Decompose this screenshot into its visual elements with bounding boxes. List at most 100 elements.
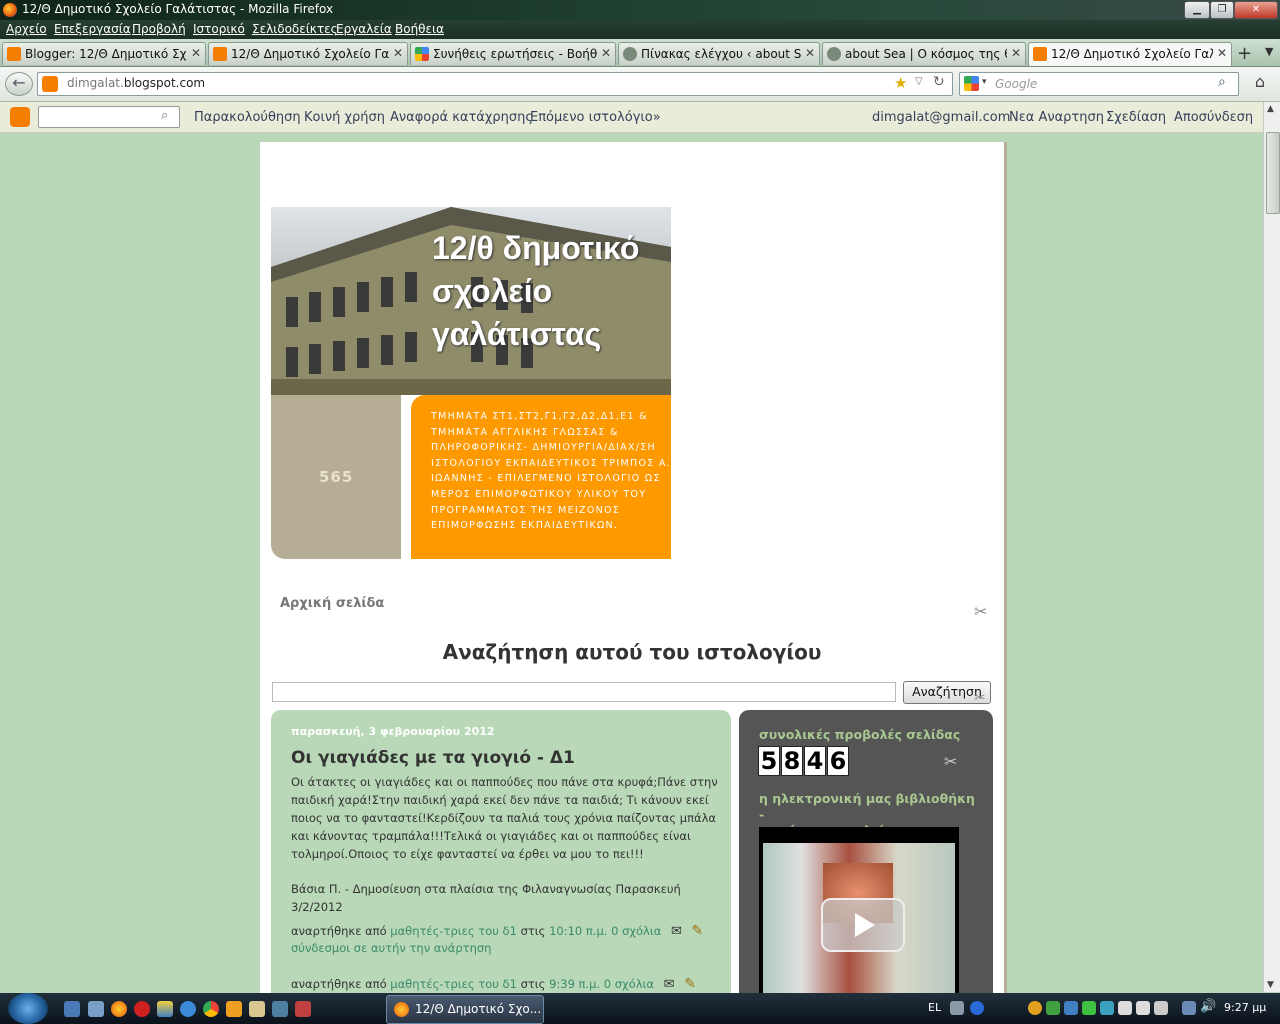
internet-explorer-icon[interactable] [180, 1001, 196, 1017]
author-link[interactable]: μαθητές-τριες του δ1 [390, 977, 517, 991]
tray-icon[interactable] [1118, 1001, 1132, 1015]
menu-file[interactable]: Αρχείο [6, 22, 47, 36]
volume-icon[interactable]: 🔊 [1200, 999, 1216, 1014]
tray-icon[interactable] [1136, 1001, 1150, 1015]
edit-widget-icon[interactable]: ✂ [944, 752, 957, 771]
tab-list-button[interactable]: ▼ [1265, 45, 1273, 58]
comments-link[interactable]: 0 σχόλια [604, 977, 654, 991]
share-link[interactable]: Κοινή χρήση [304, 110, 385, 125]
menu-history[interactable]: Ιστορικό [193, 22, 245, 36]
taskbar-firefox-window[interactable]: 12/Θ Δημοτικό Σχο... [386, 995, 544, 1024]
close-icon[interactable]: ✕ [1217, 46, 1227, 60]
windows-taskbar: 12/Θ Δημοτικό Σχο... EL 🔊 9:27 μμ [0, 993, 1280, 1024]
follow-link[interactable]: Παρακολούθηση [194, 110, 301, 125]
edit-post-pencil-icon[interactable]: ✎ [684, 976, 696, 992]
close-icon[interactable]: ✕ [393, 46, 403, 60]
user-email-link[interactable]: dimgalat@gmail.com [872, 110, 1010, 125]
media-player-icon[interactable] [226, 1001, 242, 1017]
reload-icon[interactable]: ↻ [933, 74, 945, 90]
notepad-icon[interactable] [249, 1001, 265, 1017]
scroll-up-arrow-icon[interactable]: ▲ [1267, 104, 1274, 114]
show-desktop-icon[interactable] [64, 1001, 80, 1017]
search-bar[interactable]: ▾ Google ⌕ [959, 72, 1239, 96]
maximize-button[interactable]: ❐ [1210, 1, 1234, 19]
google-icon[interactable] [964, 76, 979, 91]
tray-icon[interactable] [1046, 1001, 1060, 1015]
menu-edit[interactable]: Επεξεργασία [54, 22, 131, 36]
keyboard-icon[interactable] [950, 1001, 964, 1015]
tab-school-blog-active[interactable]: 12/Θ Δημοτικό Σχολείο Γαλά... ✕ [1028, 42, 1232, 66]
home-icon[interactable]: ⌂ [1248, 72, 1272, 94]
language-indicator[interactable]: EL [928, 1001, 941, 1014]
menu-bookmarks[interactable]: Σελιδοδείκτες [252, 22, 338, 36]
design-link[interactable]: Σχεδίαση [1106, 110, 1166, 125]
network-icon[interactable] [1182, 1001, 1196, 1015]
post-time-link[interactable]: 9:39 π.μ. [549, 977, 600, 991]
edit-widget-icon[interactable]: ✂ [974, 602, 987, 621]
tray-icon[interactable] [1028, 1001, 1042, 1015]
tab-about-sea[interactable]: about Sea | Ο κόσμος της θά... ✕ [822, 42, 1026, 65]
tool-icon[interactable] [272, 1001, 288, 1017]
tab-dashboard[interactable]: Πίνακας ελέγχου ‹ about Sea... ✕ [618, 42, 820, 65]
at-label: στις [520, 924, 546, 938]
menu-view[interactable]: Προβολή [132, 22, 186, 36]
minimize-button[interactable]: ▁ [1184, 1, 1210, 19]
switch-windows-icon[interactable] [88, 1001, 104, 1017]
tray-icon[interactable] [1100, 1001, 1114, 1015]
close-icon[interactable]: ✕ [1011, 46, 1021, 60]
close-icon[interactable]: ✕ [191, 46, 201, 60]
new-post-link[interactable]: Νεα Αναρτηση [1009, 110, 1104, 125]
tab-blogger-dashboard[interactable]: Blogger: 12/Θ Δημοτικό Σχο... ✕ [2, 42, 206, 65]
blogger-logo-icon[interactable] [10, 107, 30, 127]
report-abuse-link[interactable]: Αναφορά κατάχρησης [390, 110, 533, 125]
tray-icon[interactable] [1154, 1001, 1168, 1015]
scroll-thumb[interactable] [1266, 132, 1280, 214]
chrome-icon[interactable] [203, 1001, 219, 1017]
edit-widget-icon[interactable]: ✂ [974, 690, 986, 706]
tab-faq[interactable]: Συνήθεις ερωτήσεις - Βοήθε... ✕ [410, 42, 616, 65]
play-button-icon[interactable] [821, 898, 905, 952]
firefox-icon[interactable] [111, 1001, 127, 1017]
post-backlinks-link[interactable]: σύνδεσμοι σε αυτήν την ανάρτηση [291, 939, 491, 957]
next-blog-link[interactable]: Επόμενο ιστολόγιο» [530, 110, 661, 125]
menu-help[interactable]: Βοήθεια [395, 22, 444, 36]
tab-school-blog[interactable]: 12/Θ Δημοτικό Σχολείο Γαλά... ✕ [208, 42, 408, 65]
search-engine-dropdown-icon[interactable]: ▾ [982, 77, 987, 87]
scroll-down-arrow-icon[interactable]: ▼ [1267, 980, 1274, 990]
video-player[interactable] [759, 827, 959, 993]
blogger-search-input[interactable]: ⌕ [38, 106, 180, 128]
clock[interactable]: 9:27 μμ [1224, 1001, 1266, 1014]
bookmark-star-icon[interactable]: ★ [894, 74, 907, 92]
close-icon[interactable]: ✕ [601, 46, 611, 60]
close-window-button[interactable]: ✕ [1234, 1, 1278, 19]
blog-search-input[interactable] [272, 682, 896, 702]
taskbar-window-label: 12/Θ Δημοτικό Σχο... [415, 1002, 542, 1016]
close-icon[interactable]: ✕ [805, 46, 815, 60]
author-link[interactable]: μαθητές-τριες του δ1 [390, 924, 517, 938]
new-tab-button[interactable]: + [1237, 43, 1252, 64]
help-icon[interactable] [970, 1001, 984, 1015]
comments-link[interactable]: 0 σχόλια [611, 924, 661, 938]
page-viewport: 12/θ δημοτικό σχολείο γαλάτιστας 565 ΤΜΗ… [0, 133, 1263, 993]
back-button[interactable]: ← [5, 72, 33, 96]
opera-icon[interactable] [134, 1001, 150, 1017]
home-link[interactable]: Αρχική σελίδα [280, 596, 384, 611]
url-bar[interactable]: dimgalat.blogspot.com ★ ▽ ↻ [37, 72, 953, 96]
blog-title[interactable]: 12/θ δημοτικό σχολείο γαλάτιστας [432, 227, 639, 356]
paint-icon[interactable] [157, 1001, 173, 1017]
page-scrollbar[interactable]: ▲ ▼ [1263, 102, 1280, 992]
sign-out-link[interactable]: Αποσύνδεση [1174, 110, 1253, 125]
app-icon[interactable] [295, 1001, 311, 1017]
edit-post-pencil-icon[interactable]: ✎ [692, 923, 704, 939]
post-time-link[interactable]: 10:10 π.μ. [549, 924, 607, 938]
tray-icon[interactable] [1064, 1001, 1078, 1015]
search-icon[interactable]: ⌕ [1218, 74, 1226, 90]
url-dropdown-icon[interactable]: ▽ [915, 76, 923, 87]
start-button-icon[interactable] [8, 993, 48, 1024]
email-post-icon[interactable]: ✉ [664, 977, 675, 992]
post-title[interactable]: Οι γιαγιάδες με τα γιογιό - Δ1 [291, 748, 575, 768]
search-icon[interactable]: ⌕ [161, 108, 168, 123]
email-post-icon[interactable]: ✉ [671, 924, 682, 939]
tray-icon[interactable] [1082, 1001, 1096, 1015]
menu-tools[interactable]: Εργαλεία [336, 22, 392, 36]
